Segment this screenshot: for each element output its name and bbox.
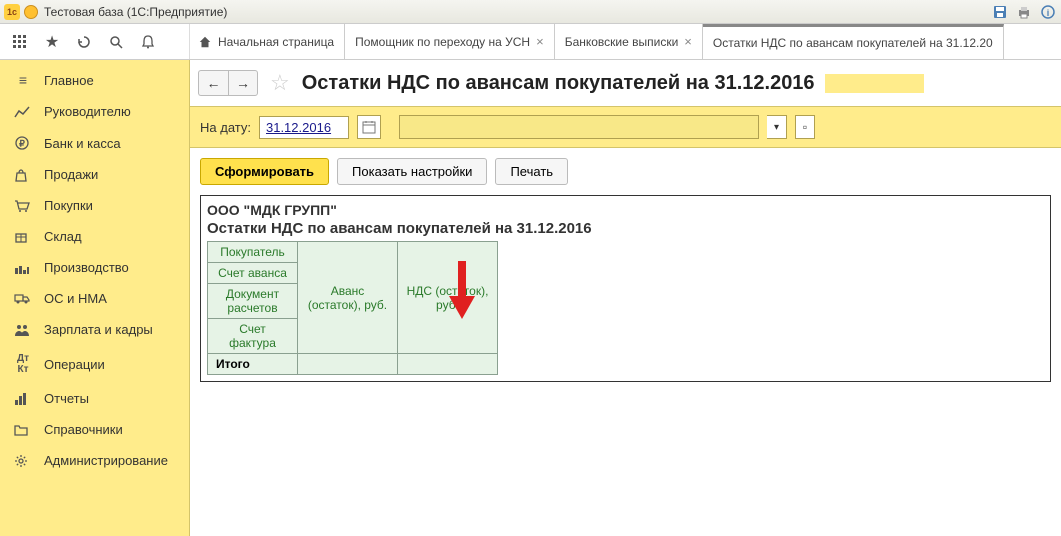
page-title: Остатки НДС по авансам покупателей на 31… bbox=[302, 72, 815, 95]
app-logo-icon: 1c bbox=[4, 4, 20, 20]
cart-icon bbox=[14, 199, 32, 213]
page-title-highlight bbox=[825, 74, 925, 93]
svg-text:₽: ₽ bbox=[19, 139, 25, 149]
org-filter-dropdown-button[interactable]: ▾ bbox=[767, 115, 787, 139]
sidebar-item-label: Продажи bbox=[44, 167, 98, 182]
tabs: Начальная страница Помощник по переходу … bbox=[190, 24, 1061, 59]
sidebar-item-bank[interactable]: ₽ Банк и касса bbox=[0, 127, 189, 159]
sidebar-item-purchases[interactable]: Покупки bbox=[0, 190, 189, 221]
sidebar-item-production[interactable]: Производство bbox=[0, 252, 189, 283]
sidebar-item-hr[interactable]: Зарплата и кадры bbox=[0, 314, 189, 345]
print-button[interactable]: Печать bbox=[495, 158, 568, 185]
table-header: Счет фактура bbox=[208, 319, 298, 354]
save-icon[interactable] bbox=[991, 3, 1009, 21]
date-label: На дату: bbox=[200, 120, 251, 135]
sidebar-item-sales[interactable]: Продажи bbox=[0, 159, 189, 190]
table-header: Аванс (остаток), руб. bbox=[298, 242, 398, 354]
calendar-button[interactable] bbox=[357, 115, 381, 139]
folder-icon bbox=[14, 424, 32, 436]
toolbar: ★ Начальная страница Помощник по переход… bbox=[0, 24, 1061, 60]
main-content: ← → ☆ Остатки НДС по авансам покупателей… bbox=[190, 60, 1061, 536]
back-button[interactable]: ← bbox=[198, 70, 228, 96]
tab-bank[interactable]: Банковские выписки × bbox=[555, 24, 703, 59]
table-header: Покупатель bbox=[208, 242, 298, 263]
sidebar-item-label: Производство bbox=[44, 260, 129, 275]
forward-button[interactable]: → bbox=[228, 70, 258, 96]
show-settings-button[interactable]: Показать настройки bbox=[337, 158, 487, 185]
sidebar-item-label: ОС и НМА bbox=[44, 291, 107, 306]
sidebar-item-label: Покупки bbox=[44, 198, 93, 213]
sidebar-item-label: Зарплата и кадры bbox=[44, 322, 153, 337]
org-filter-input[interactable] bbox=[399, 115, 759, 139]
sidebar-item-operations[interactable]: ДтКт Операции bbox=[0, 345, 189, 383]
tab-home[interactable]: Начальная страница bbox=[190, 24, 345, 59]
tab-usn[interactable]: Помощник по переходу на УСН × bbox=[345, 24, 555, 59]
tab-nds[interactable]: Остатки НДС по авансам покупателей на 31… bbox=[703, 24, 1004, 59]
table-header: Счет аванса bbox=[208, 263, 298, 284]
sidebar-item-manager[interactable]: Руководителю bbox=[0, 96, 189, 127]
sidebar-item-label: Операции bbox=[44, 357, 105, 372]
titlebar: 1c Тестовая база (1С:Предприятие) i bbox=[0, 0, 1061, 24]
tab-usn-label: Помощник по переходу на УСН bbox=[355, 35, 530, 49]
page-header: ← → ☆ Остатки НДС по авансам покупателей… bbox=[190, 70, 1061, 106]
menu-icon: ≡ bbox=[14, 72, 32, 88]
home-icon bbox=[198, 35, 212, 49]
sidebar-item-catalogs[interactable]: Справочники bbox=[0, 414, 189, 445]
sidebar: ≡ Главное Руководителю ₽ Банк и касса Прод… bbox=[0, 60, 190, 536]
chart-line-icon bbox=[14, 105, 32, 119]
bars-icon bbox=[14, 392, 32, 406]
report-area: ООО "МДК ГРУПП" Остатки НДС по авансам п… bbox=[200, 195, 1051, 382]
sidebar-item-reports[interactable]: Отчеты bbox=[0, 383, 189, 414]
search-icon[interactable] bbox=[104, 30, 128, 54]
table-total-label: Итого bbox=[208, 354, 298, 375]
sidebar-item-label: Администрирование bbox=[44, 453, 168, 468]
org-filter-open-button[interactable]: ▫ bbox=[795, 115, 815, 139]
box-icon bbox=[14, 230, 32, 244]
apps-icon[interactable] bbox=[8, 30, 32, 54]
sidebar-item-label: Банк и касса bbox=[44, 136, 121, 151]
filter-row: На дату: ▾ ▫ bbox=[190, 106, 1061, 148]
bell-icon[interactable] bbox=[136, 30, 160, 54]
table-total-cell bbox=[298, 354, 398, 375]
journal-icon: ДтКт bbox=[14, 353, 32, 375]
gear-icon bbox=[14, 454, 32, 468]
red-arrow-icon bbox=[447, 261, 477, 321]
ruble-icon: ₽ bbox=[14, 135, 32, 151]
tab-bank-label: Банковские выписки bbox=[565, 35, 679, 49]
app-round-icon bbox=[24, 5, 38, 19]
factory-icon bbox=[14, 261, 32, 275]
generate-button[interactable]: Сформировать bbox=[200, 158, 329, 185]
table-total-row: Итого bbox=[208, 354, 498, 375]
action-row: Сформировать Показать настройки Печать bbox=[190, 148, 1061, 195]
report-org: ООО "МДК ГРУПП" bbox=[207, 202, 1044, 218]
toolbar-icons: ★ bbox=[0, 24, 190, 59]
table-header: Документ расчетов bbox=[208, 284, 298, 319]
tab-home-label: Начальная страница bbox=[218, 35, 334, 49]
sidebar-item-label: Склад bbox=[44, 229, 82, 244]
info-icon[interactable]: i bbox=[1039, 3, 1057, 21]
history-icon[interactable] bbox=[72, 30, 96, 54]
sidebar-item-main[interactable]: ≡ Главное bbox=[0, 64, 189, 96]
sidebar-item-label: Главное bbox=[44, 73, 94, 88]
star-icon[interactable]: ★ bbox=[40, 30, 64, 54]
sidebar-item-label: Руководителю bbox=[44, 104, 131, 119]
sidebar-item-assets[interactable]: ОС и НМА bbox=[0, 283, 189, 314]
favorite-star-icon[interactable]: ☆ bbox=[270, 70, 290, 96]
svg-text:i: i bbox=[1047, 8, 1050, 18]
window-title: Тестовая база (1С:Предприятие) bbox=[44, 5, 227, 19]
print-icon[interactable] bbox=[1015, 3, 1033, 21]
close-icon[interactable]: × bbox=[684, 34, 692, 49]
people-icon bbox=[14, 323, 32, 337]
truck-icon bbox=[14, 293, 32, 305]
report-title: Остатки НДС по авансам покупателей на 31… bbox=[207, 220, 1044, 237]
close-icon[interactable]: × bbox=[536, 34, 544, 49]
sidebar-item-label: Отчеты bbox=[44, 391, 89, 406]
sidebar-item-warehouse[interactable]: Склад bbox=[0, 221, 189, 252]
tab-nds-label: Остатки НДС по авансам покупателей на 31… bbox=[713, 36, 993, 50]
date-input[interactable] bbox=[259, 116, 349, 139]
sidebar-item-admin[interactable]: Администрирование bbox=[0, 445, 189, 476]
table-total-cell bbox=[398, 354, 498, 375]
sidebar-item-label: Справочники bbox=[44, 422, 123, 437]
bag-icon bbox=[14, 168, 32, 182]
